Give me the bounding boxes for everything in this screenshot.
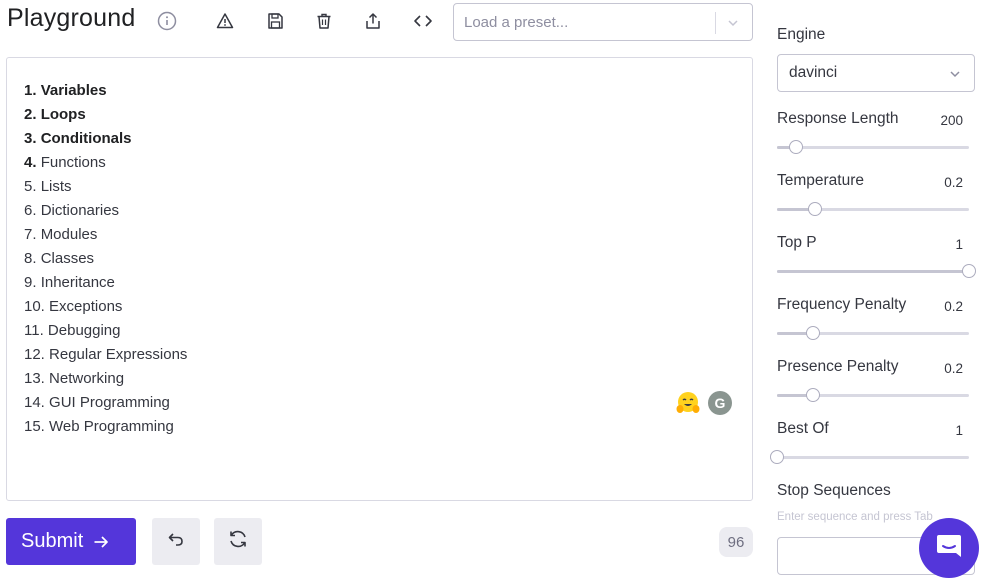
slider-thumb[interactable] xyxy=(770,450,784,464)
prompt-editor[interactable]: 1. Variables 2. Loops 3. Conditionals 4.… xyxy=(6,57,753,501)
list-item: 1. Variables xyxy=(24,82,107,99)
submit-button[interactable]: Submit xyxy=(6,518,136,565)
preset-divider xyxy=(715,12,716,34)
regenerate-button[interactable] xyxy=(214,518,262,565)
page-title: Playground xyxy=(7,4,136,32)
header: Playground xyxy=(0,0,760,44)
list-item: 13. Networking xyxy=(24,370,125,387)
preset-input[interactable] xyxy=(464,12,704,32)
grammarly-icon[interactable]: G xyxy=(708,391,732,415)
best-of-slider[interactable] xyxy=(770,450,969,464)
hugging-face-icon[interactable] xyxy=(675,390,701,416)
engine-select[interactable]: davinci xyxy=(777,54,975,92)
trash-icon[interactable] xyxy=(313,10,335,32)
slider-thumb[interactable] xyxy=(806,388,820,402)
warning-icon[interactable] xyxy=(214,10,236,32)
top-p-slider[interactable] xyxy=(777,264,976,278)
chat-launcher-button[interactable] xyxy=(919,518,979,578)
top-p-value: 1 xyxy=(955,237,963,252)
preset-select[interactable] xyxy=(453,3,753,41)
undo-button[interactable] xyxy=(152,518,200,565)
temperature-label: Temperature xyxy=(777,172,865,189)
list-item: 6. Dictionaries xyxy=(24,202,120,219)
response-length-slider[interactable] xyxy=(777,140,969,154)
share-icon[interactable] xyxy=(362,10,384,32)
temperature-value: 0.2 xyxy=(944,175,963,190)
frequency-penalty-value: 0.2 xyxy=(944,299,963,314)
submit-label: Submit xyxy=(21,530,84,552)
chat-icon xyxy=(934,531,964,566)
response-length-value: 200 xyxy=(940,113,963,128)
list-item: 7. Modules xyxy=(24,226,98,243)
engine-value: davinci xyxy=(789,64,838,81)
slider-thumb[interactable] xyxy=(962,264,976,278)
list-item: 11. Debugging xyxy=(24,322,121,339)
slider-thumb[interactable] xyxy=(806,326,820,340)
presence-penalty-value: 0.2 xyxy=(944,361,963,376)
response-length-label: Response Length xyxy=(777,110,899,127)
list-item: 12. Regular Expressions xyxy=(24,346,188,363)
list-item: 8. Classes xyxy=(24,250,95,267)
best-of-value: 1 xyxy=(955,423,963,438)
presence-penalty-label: Presence Penalty xyxy=(777,358,899,375)
undo-icon xyxy=(166,529,186,554)
list-item: 9. Inheritance xyxy=(24,274,115,291)
chevron-down-icon xyxy=(946,65,964,83)
list-item: 4. Functions xyxy=(24,154,106,171)
slider-thumb[interactable] xyxy=(808,202,822,216)
save-icon[interactable] xyxy=(264,10,286,32)
top-p-label: Top P xyxy=(777,234,817,251)
engine-label: Engine xyxy=(777,26,826,43)
token-count-badge: 96 xyxy=(719,527,753,557)
list-item: 10. Exceptions xyxy=(24,298,123,315)
best-of-label: Best Of xyxy=(777,420,829,437)
list-item: 2. Loops xyxy=(24,106,86,123)
info-icon[interactable] xyxy=(157,11,177,31)
settings-sidebar: Engine davinci Response Length 200 Tempe… xyxy=(770,0,984,586)
refresh-icon xyxy=(227,528,249,555)
temperature-slider[interactable] xyxy=(777,202,969,216)
frequency-penalty-slider[interactable] xyxy=(777,326,969,340)
presence-penalty-slider[interactable] xyxy=(777,388,969,402)
stop-sequences-hint: Enter sequence and press Tab xyxy=(777,511,933,523)
list-item: 15. Web Programming xyxy=(24,418,174,435)
prompt-text[interactable]: 1. Variables 2. Loops 3. Conditionals 4.… xyxy=(24,79,187,439)
slider-thumb[interactable] xyxy=(789,140,803,154)
list-item: 3. Conditionals xyxy=(24,130,132,147)
list-item: 14. GUI Programming xyxy=(24,394,170,411)
stop-sequences-label: Stop Sequences xyxy=(777,482,891,499)
list-item: 5. Lists xyxy=(24,178,72,195)
chevron-down-icon[interactable] xyxy=(724,14,742,32)
frequency-penalty-label: Frequency Penalty xyxy=(777,296,907,313)
arrow-right-icon xyxy=(92,533,110,551)
code-icon[interactable] xyxy=(412,10,434,32)
